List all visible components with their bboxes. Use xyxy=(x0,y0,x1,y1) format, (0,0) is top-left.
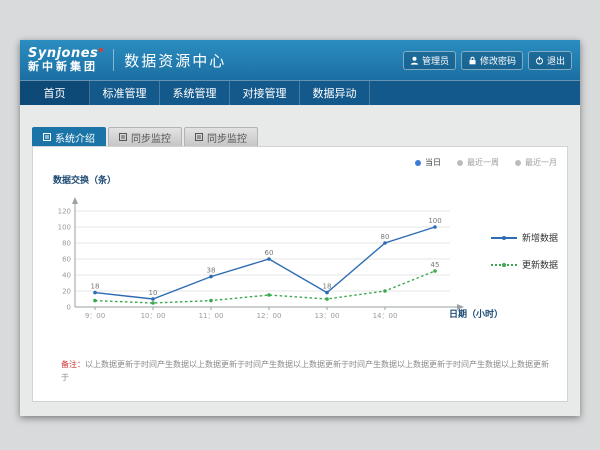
nav-item-integration-mgmt[interactable]: 对接管理 xyxy=(230,81,300,105)
user-icon xyxy=(410,56,419,65)
line-chart: 0 20 40 60 80 100 120 9：00 10：00 11：00 12：00 13：00 1… xyxy=(45,193,495,328)
filter-last-month[interactable]: 最近一月 xyxy=(515,157,557,168)
app-window: Synjones 新中新集团 数据资源中心 管理员 修改密码 退出 xyxy=(20,40,580,416)
chart-panel: 当日 最近一周 最近一月 数据交换（条） 0 20 40 60 80 100 120 9：00… xyxy=(32,146,568,402)
filter-last-month-label: 最近一月 xyxy=(525,157,557,168)
svg-text:38: 38 xyxy=(207,267,216,275)
footnote-label: 备注： xyxy=(61,360,85,369)
legend-item-new-data-label: 新增数据 xyxy=(522,231,558,244)
filter-last-week-label: 最近一周 xyxy=(467,157,499,168)
power-icon xyxy=(535,56,544,65)
svg-text:10：00: 10：00 xyxy=(141,312,166,320)
tab-sync-monitor-2-label: 同步监控 xyxy=(207,130,247,145)
legend-marker-icon xyxy=(502,263,506,267)
legend-marker-icon xyxy=(502,236,506,240)
svg-text:20: 20 xyxy=(62,288,71,296)
svg-text:13：00: 13：00 xyxy=(315,312,340,320)
filter-dot-icon xyxy=(515,160,521,166)
footnote: 备注：以上数据更新于时间产生数据以上数据更新于时间产生数据以上数据更新于时间产生… xyxy=(61,359,549,385)
svg-text:45: 45 xyxy=(431,261,440,269)
series-legend: 新增数据 更新数据 xyxy=(491,231,558,271)
logo-text-en-label: Synjones xyxy=(28,46,98,61)
legend-line-sample xyxy=(491,264,517,266)
tab-system-intro[interactable]: 系统介绍 xyxy=(32,127,106,146)
legend-item-update-data-label: 更新数据 xyxy=(522,258,558,271)
filter-dot-icon xyxy=(415,160,421,166)
change-password-button[interactable]: 修改密码 xyxy=(461,51,523,70)
nav-item-data-changes[interactable]: 数据异动 xyxy=(300,81,370,105)
tab-sync-monitor-1-label: 同步监控 xyxy=(131,130,171,145)
tab-sync-monitor-2[interactable]: 同步监控 xyxy=(184,127,258,146)
y-axis-title: 数据交换（条） xyxy=(53,173,116,186)
svg-text:100: 100 xyxy=(58,224,71,232)
logout-button-label: 退出 xyxy=(547,54,565,67)
footnote-text: 以上数据更新于时间产生数据以上数据更新于时间产生数据以上数据更新于时间产生数据以… xyxy=(61,360,549,382)
svg-text:9：00: 9：00 xyxy=(85,312,105,320)
svg-text:10: 10 xyxy=(149,289,158,297)
logout-button[interactable]: 退出 xyxy=(528,51,572,70)
svg-text:40: 40 xyxy=(62,272,71,280)
nav-item-home[interactable]: 首页 xyxy=(20,81,90,105)
filter-today[interactable]: 当日 xyxy=(415,157,441,168)
company-logo: Synjones 新中新集团 xyxy=(28,47,103,73)
legend-item-update-data[interactable]: 更新数据 xyxy=(491,258,558,271)
svg-text:18: 18 xyxy=(323,283,332,291)
svg-text:100: 100 xyxy=(428,217,441,225)
nav-item-standard-mgmt[interactable]: 标准管理 xyxy=(90,81,160,105)
admin-button-label: 管理员 xyxy=(422,54,449,67)
content-area: 系统介绍 同步监控 同步监控 当日 xyxy=(20,105,580,416)
main-nav: 首页 标准管理 系统管理 对接管理 数据异动 xyxy=(20,80,580,105)
lock-icon xyxy=(468,56,477,65)
list-icon xyxy=(195,133,203,141)
svg-text:80: 80 xyxy=(62,240,71,248)
nav-item-system-mgmt[interactable]: 系统管理 xyxy=(160,81,230,105)
header-actions: 管理员 修改密码 退出 xyxy=(403,51,572,70)
legend-line-sample xyxy=(491,237,517,239)
svg-text:11：00: 11：00 xyxy=(199,312,224,320)
x-axis-title: 日期（小时） xyxy=(449,307,503,320)
header-divider xyxy=(113,49,114,71)
logo-text-en: Synjones xyxy=(28,47,103,61)
svg-text:14：00: 14：00 xyxy=(373,312,398,320)
filter-dot-icon xyxy=(457,160,463,166)
svg-text:60: 60 xyxy=(265,249,274,257)
tab-system-intro-label: 系统介绍 xyxy=(55,130,95,145)
svg-text:120: 120 xyxy=(58,208,71,216)
chart-filter-legend: 当日 最近一周 最近一月 xyxy=(415,157,557,168)
filter-today-label: 当日 xyxy=(425,157,441,168)
list-icon xyxy=(43,133,51,141)
svg-text:18: 18 xyxy=(91,283,100,291)
logo-red-dot xyxy=(99,48,103,52)
admin-button[interactable]: 管理员 xyxy=(403,51,456,70)
tab-sync-monitor-1[interactable]: 同步监控 xyxy=(108,127,182,146)
screen-background: Synjones 新中新集团 数据资源中心 管理员 修改密码 退出 xyxy=(0,0,600,450)
legend-item-new-data[interactable]: 新增数据 xyxy=(491,231,558,244)
list-icon xyxy=(119,133,127,141)
svg-text:0: 0 xyxy=(67,304,71,312)
tab-bar: 系统介绍 同步监控 同步监控 xyxy=(32,127,258,146)
svg-text:12：00: 12：00 xyxy=(257,312,282,320)
filter-last-week[interactable]: 最近一周 xyxy=(457,157,499,168)
app-header: Synjones 新中新集团 数据资源中心 管理员 修改密码 退出 xyxy=(20,40,580,80)
svg-text:80: 80 xyxy=(381,233,390,241)
svg-text:60: 60 xyxy=(62,256,71,264)
change-password-button-label: 修改密码 xyxy=(480,54,516,67)
logo-text-cn: 新中新集团 xyxy=(28,61,103,73)
app-title: 数据资源中心 xyxy=(124,50,226,71)
